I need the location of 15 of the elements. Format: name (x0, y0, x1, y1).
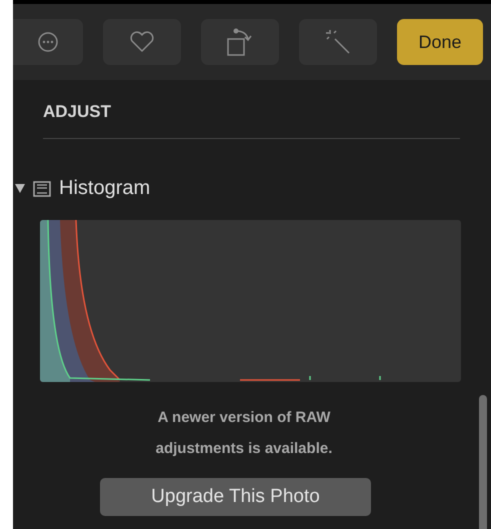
upgrade-notice: A newer version of RAW adjustments is available. (154, 408, 334, 459)
rotate-icon (226, 27, 254, 57)
histogram-icon (33, 180, 51, 196)
heart-icon (129, 31, 155, 53)
section-label: Histogram (59, 177, 150, 200)
magic-wand-icon (324, 28, 352, 56)
favorite-button[interactable] (103, 19, 181, 65)
more-button[interactable] (13, 19, 83, 65)
rotate-button[interactable] (201, 19, 279, 65)
upgrade-button[interactable]: Upgrade This Photo (100, 478, 371, 516)
disclosure-triangle-icon[interactable] (15, 184, 25, 193)
done-button[interactable]: Done (397, 19, 483, 65)
scrollbar[interactable] (479, 395, 487, 529)
section-title: ADJUST (43, 102, 112, 122)
more-icon (37, 31, 59, 53)
